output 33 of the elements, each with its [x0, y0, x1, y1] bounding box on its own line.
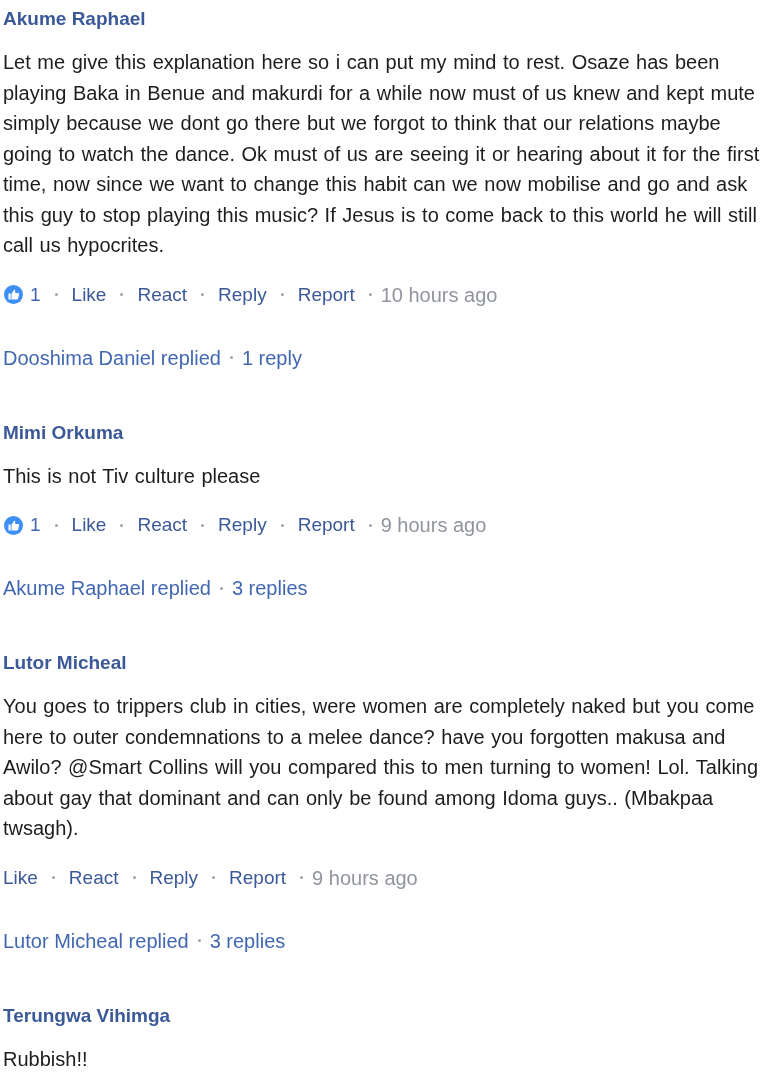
action-link[interactable]: Like — [3, 865, 38, 890]
action-link[interactable]: Reply — [149, 865, 199, 890]
action-link[interactable]: Report — [297, 513, 355, 537]
like-count[interactable]: 1 — [30, 513, 41, 537]
replied-by-link[interactable]: Lutor Micheal replied — [3, 928, 189, 953]
comment-text: Rubbish!! — [3, 1046, 88, 1072]
comment-text: You goes to trippers club in cities, were women are completely naked but you come here to outer condemnations to a melee dance? have you forgotten makusa and Awilo? @Smart Collins will you compared this to men turning to women! Lol. Talking about gay that dominant and can only be found among Idoma guys.. (Mbakpaa twsagh). — [3, 694, 760, 841]
timestamp: 9 hours ago — [380, 513, 487, 537]
action-link[interactable]: React — [68, 865, 119, 890]
reply-count-link[interactable]: 1 reply — [241, 345, 302, 370]
action-link[interactable]: React — [137, 513, 188, 537]
replied-by-link[interactable]: Akume Raphael replied — [3, 576, 211, 600]
action-link[interactable]: Reply — [218, 282, 267, 307]
action-link[interactable]: Report — [229, 865, 287, 890]
action-link[interactable]: Reply — [218, 513, 267, 537]
like-count[interactable]: 1 — [30, 282, 41, 307]
author-name[interactable]: Mimi Orkuma — [3, 420, 124, 445]
thumbs-up-icon — [3, 284, 24, 305]
replied-by-link[interactable]: Dooshima Daniel replied — [3, 345, 221, 370]
action-link[interactable]: Like — [71, 513, 107, 537]
action-link[interactable]: Report — [297, 282, 355, 307]
action-link[interactable]: React — [137, 282, 188, 307]
comment-text: Let me give this explanation here so i can put my mind to rest. Osaze has been playing Baka in Benue and makurdi for a while now must of us knew and kept mute simply because we dont go there but we forgot to think that our relations maybe going to watch the dance. Ok must of us are seeing it or hearing about it for the first time, now since we want to change this habit can we now mobilise and go and ask this guy to stop playing this music? If Jesus is to come back to this world he will still call us hypocrites. — [3, 50, 761, 258]
timestamp: 9 hours ago — [312, 865, 418, 890]
comment-text: This is not Tiv culture please — [3, 463, 261, 489]
author-name[interactable]: Lutor Micheal — [3, 651, 127, 675]
thumbs-up-icon — [3, 514, 24, 536]
reply-count-link[interactable]: 3 replies — [231, 576, 308, 600]
author-name[interactable]: Akume Raphael — [3, 7, 146, 31]
timestamp: 10 hours ago — [380, 282, 498, 307]
action-link[interactable]: Like — [71, 282, 107, 307]
author-name[interactable]: Terungwa Vihimga — [3, 1003, 171, 1028]
reply-count-link[interactable]: 3 replies — [209, 928, 286, 953]
